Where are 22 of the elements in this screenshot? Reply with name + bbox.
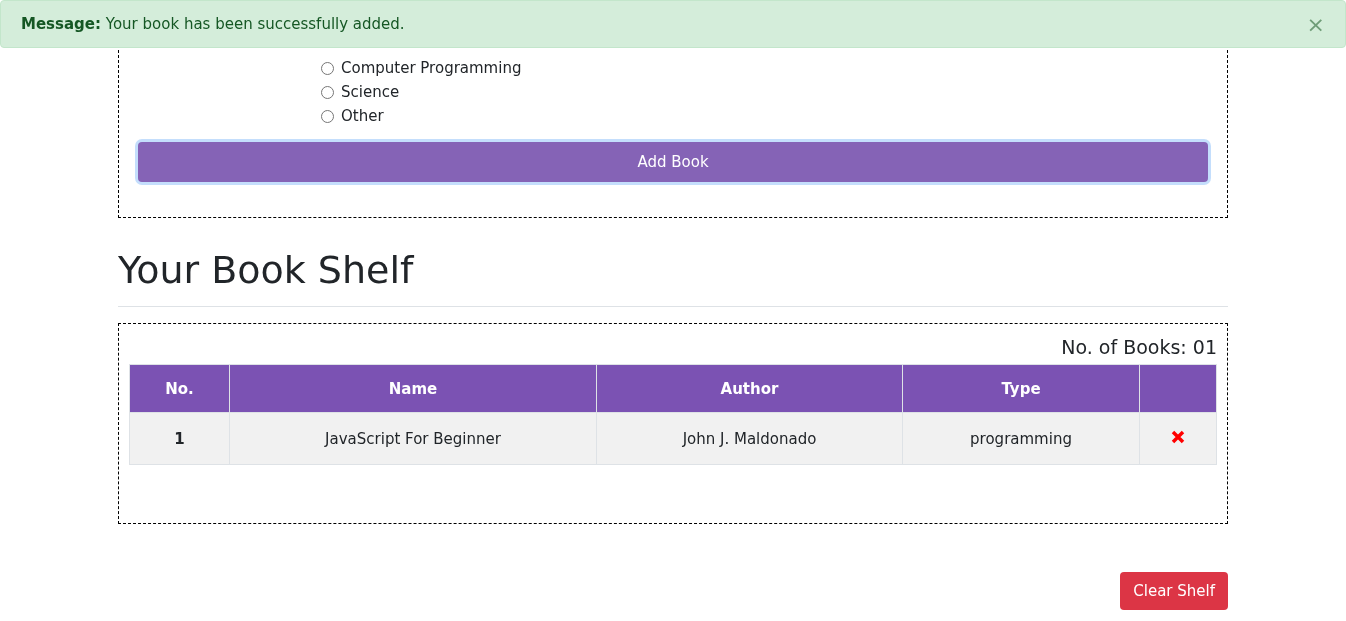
column-header: Author xyxy=(596,364,903,413)
delete-button[interactable] xyxy=(1171,429,1185,444)
alert-message: Message: Your book has been successfully added. xyxy=(21,15,406,33)
radio-label: Computer Programming xyxy=(341,59,522,77)
radio-button[interactable] xyxy=(321,85,334,99)
add-book-button[interactable]: Add Book xyxy=(138,142,1208,182)
table-cell: programming xyxy=(902,412,1140,465)
close-button[interactable]: × xyxy=(1306,11,1325,37)
column-header: No. xyxy=(129,364,230,413)
page-heading: Your Book Shelf xyxy=(118,248,1228,307)
radio-button[interactable] xyxy=(321,109,334,123)
table-cell: 1 xyxy=(129,412,230,465)
radio-label: Science xyxy=(341,83,400,101)
radio-button[interactable] xyxy=(321,61,334,75)
table-cell: JavaScript For Beginner xyxy=(229,412,597,465)
book-count: No. of Books: 01 xyxy=(1060,336,1217,358)
table-cell: John J. Maldonado xyxy=(596,412,903,465)
radio-label: Other xyxy=(341,107,384,125)
column-header: Type xyxy=(902,364,1140,413)
column-header: Name xyxy=(229,364,597,413)
clear-shelf-button[interactable]: Clear Shelf xyxy=(1120,572,1228,610)
cross-icon xyxy=(1171,429,1185,444)
